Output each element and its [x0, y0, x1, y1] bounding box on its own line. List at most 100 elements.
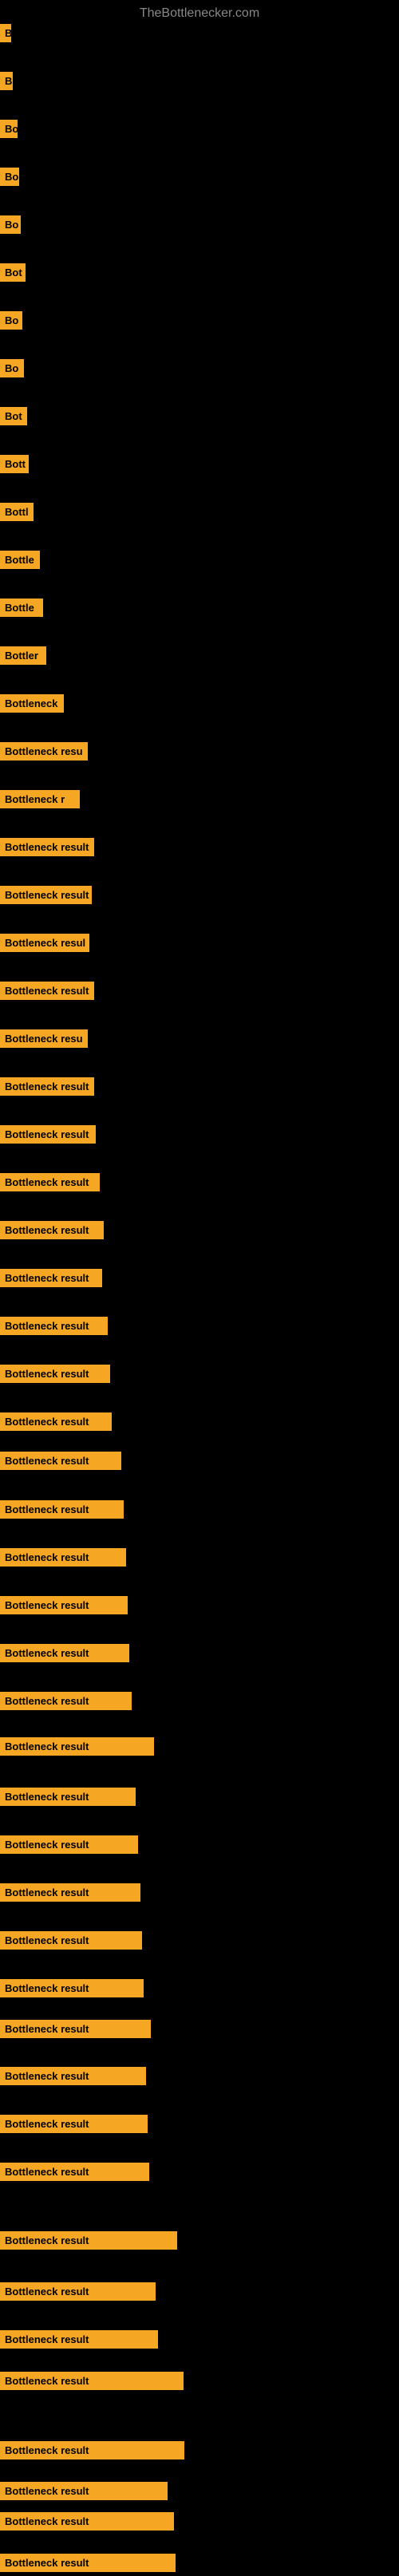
bar-item: Bottleneck result: [0, 1788, 136, 1810]
site-title: TheBottlenecker.com: [0, 0, 399, 27]
bar-item: Bot: [0, 263, 26, 286]
bar-label: Bot: [0, 263, 26, 282]
bar-item: Bottleneck result: [0, 1883, 140, 1906]
bar-item: Bottleneck result: [0, 2482, 168, 2504]
bar-item: Bottleneck: [0, 694, 64, 717]
bar-label: Bo: [0, 215, 21, 234]
bar-label: Bottleneck result: [0, 1412, 112, 1431]
bar-label: Bottleneck result: [0, 2554, 176, 2572]
bar-label: Bott: [0, 455, 29, 473]
bar-label: Bottleneck result: [0, 1500, 124, 1519]
bar-item: Bottleneck result: [0, 2231, 177, 2254]
bar-item: Bottleneck result: [0, 2441, 184, 2463]
bar-item: Bo: [0, 215, 21, 238]
bar-label: Bottleneck: [0, 694, 64, 713]
bar-item: Bottleneck resu: [0, 1029, 88, 1052]
bar-item: Bottleneck result: [0, 1835, 138, 1858]
bar-label: Bottleneck result: [0, 1644, 129, 1662]
bar-label: Bottleneck result: [0, 1692, 132, 1710]
bar-label: Bottleneck result: [0, 1317, 108, 1335]
bar-label: Bottleneck r: [0, 790, 80, 808]
bar-item: Bo: [0, 120, 18, 142]
bar-label: Bot: [0, 407, 27, 425]
bar-label: Bottleneck result: [0, 1221, 104, 1239]
bar-label: Bottleneck result: [0, 2020, 151, 2038]
bar-label: Bottleneck result: [0, 1931, 142, 1950]
bar-item: Bottleneck result: [0, 1931, 142, 1954]
bar-label: Bottleneck result: [0, 1883, 140, 1902]
bar-item: Bottleneck result: [0, 1979, 144, 2001]
bar-label: Bo: [0, 120, 18, 138]
bar-item: Bottleneck result: [0, 1365, 110, 1387]
bar-label: Bottleneck resul: [0, 934, 89, 952]
bar-item: Bottleneck result: [0, 2554, 176, 2576]
bar-item: Bottleneck result: [0, 1269, 102, 1291]
bar-item: Bottleneck result: [0, 2282, 156, 2305]
bar-item: Bottleneck result: [0, 1125, 96, 1148]
bar-label: Bottler: [0, 646, 46, 665]
bar-label: Bottleneck result: [0, 1125, 96, 1144]
bar-label: Bottleneck result: [0, 1452, 121, 1470]
bar-label: Bottle: [0, 599, 43, 617]
bar-label: Bottleneck result: [0, 1979, 144, 1997]
bar-item: Bottleneck result: [0, 838, 94, 860]
bar-label: Bo: [0, 359, 24, 377]
bar-label: Bottleneck result: [0, 1788, 136, 1806]
bar-item: Bottler: [0, 646, 46, 669]
bar-item: Bottleneck result: [0, 1317, 108, 1339]
bar-item: Bottleneck result: [0, 1737, 154, 1760]
bar-label: Bottleneck result: [0, 1269, 102, 1287]
bar-item: Bot: [0, 407, 27, 429]
bar-label: Bottleneck result: [0, 886, 92, 904]
bar-item: Bottleneck result: [0, 2115, 148, 2137]
bar-label: Bottleneck result: [0, 1173, 100, 1191]
bar-label: Bottleneck result: [0, 2512, 174, 2531]
bar-item: Bott: [0, 455, 29, 477]
bar-label: Bottleneck result: [0, 2482, 168, 2500]
bar-label: Bottleneck result: [0, 982, 94, 1000]
bar-item: Bottleneck result: [0, 1221, 104, 1243]
bar-item: Bo: [0, 311, 22, 334]
bar-label: Bottleneck result: [0, 2330, 158, 2349]
bar-item: Bottleneck r: [0, 790, 80, 812]
bar-item: Bottleneck result: [0, 2020, 151, 2042]
bar-item: Bottleneck resul: [0, 934, 89, 956]
bar-item: Bottleneck result: [0, 1644, 129, 1666]
bar-item: Bottleneck result: [0, 2512, 174, 2535]
bar-item: Bottleneck result: [0, 1412, 112, 1435]
bar-label: B: [0, 24, 11, 42]
bar-item: Bottleneck result: [0, 2163, 149, 2185]
bar-item: Bottl: [0, 503, 34, 525]
bar-label: Bottleneck result: [0, 2231, 177, 2250]
bar-label: Bottleneck result: [0, 1596, 128, 1614]
bar-item: Bottleneck result: [0, 982, 94, 1004]
bar-item: Bottleneck result: [0, 1548, 126, 1570]
bar-label: Bottleneck result: [0, 2282, 156, 2301]
bar-label: Bottleneck result: [0, 2067, 146, 2085]
bar-item: Bottle: [0, 599, 43, 621]
bar-item: Bottleneck result: [0, 1173, 100, 1195]
bar-label: Bottleneck resu: [0, 1029, 88, 1048]
bar-item: Bo: [0, 168, 19, 190]
bar-label: Bottl: [0, 503, 34, 521]
bar-label: Bottleneck result: [0, 1835, 138, 1854]
bar-item: Bottleneck result: [0, 2067, 146, 2089]
bar-item: Bottle: [0, 551, 40, 573]
bar-label: Bottleneck result: [0, 2372, 184, 2390]
bar-item: Bottleneck result: [0, 1452, 121, 1474]
bar-label: Bottleneck result: [0, 1365, 110, 1383]
bar-label: Bo: [0, 311, 22, 330]
bar-label: Bottleneck result: [0, 1077, 94, 1096]
bar-item: Bottleneck result: [0, 2330, 158, 2353]
bar-item: Bottleneck result: [0, 886, 92, 908]
bar-item: Bottleneck resu: [0, 742, 88, 765]
bar-label: Bottleneck result: [0, 838, 94, 856]
bar-label: Bottleneck result: [0, 2115, 148, 2133]
bar-item: Bottleneck result: [0, 1500, 124, 1523]
bar-item: B: [0, 24, 11, 46]
bar-label: Bottleneck result: [0, 2163, 149, 2181]
bar-label: Bottleneck resu: [0, 742, 88, 761]
bar-label: Bottle: [0, 551, 40, 569]
bar-item: B: [0, 72, 13, 94]
bar-label: Bottleneck result: [0, 1737, 154, 1756]
